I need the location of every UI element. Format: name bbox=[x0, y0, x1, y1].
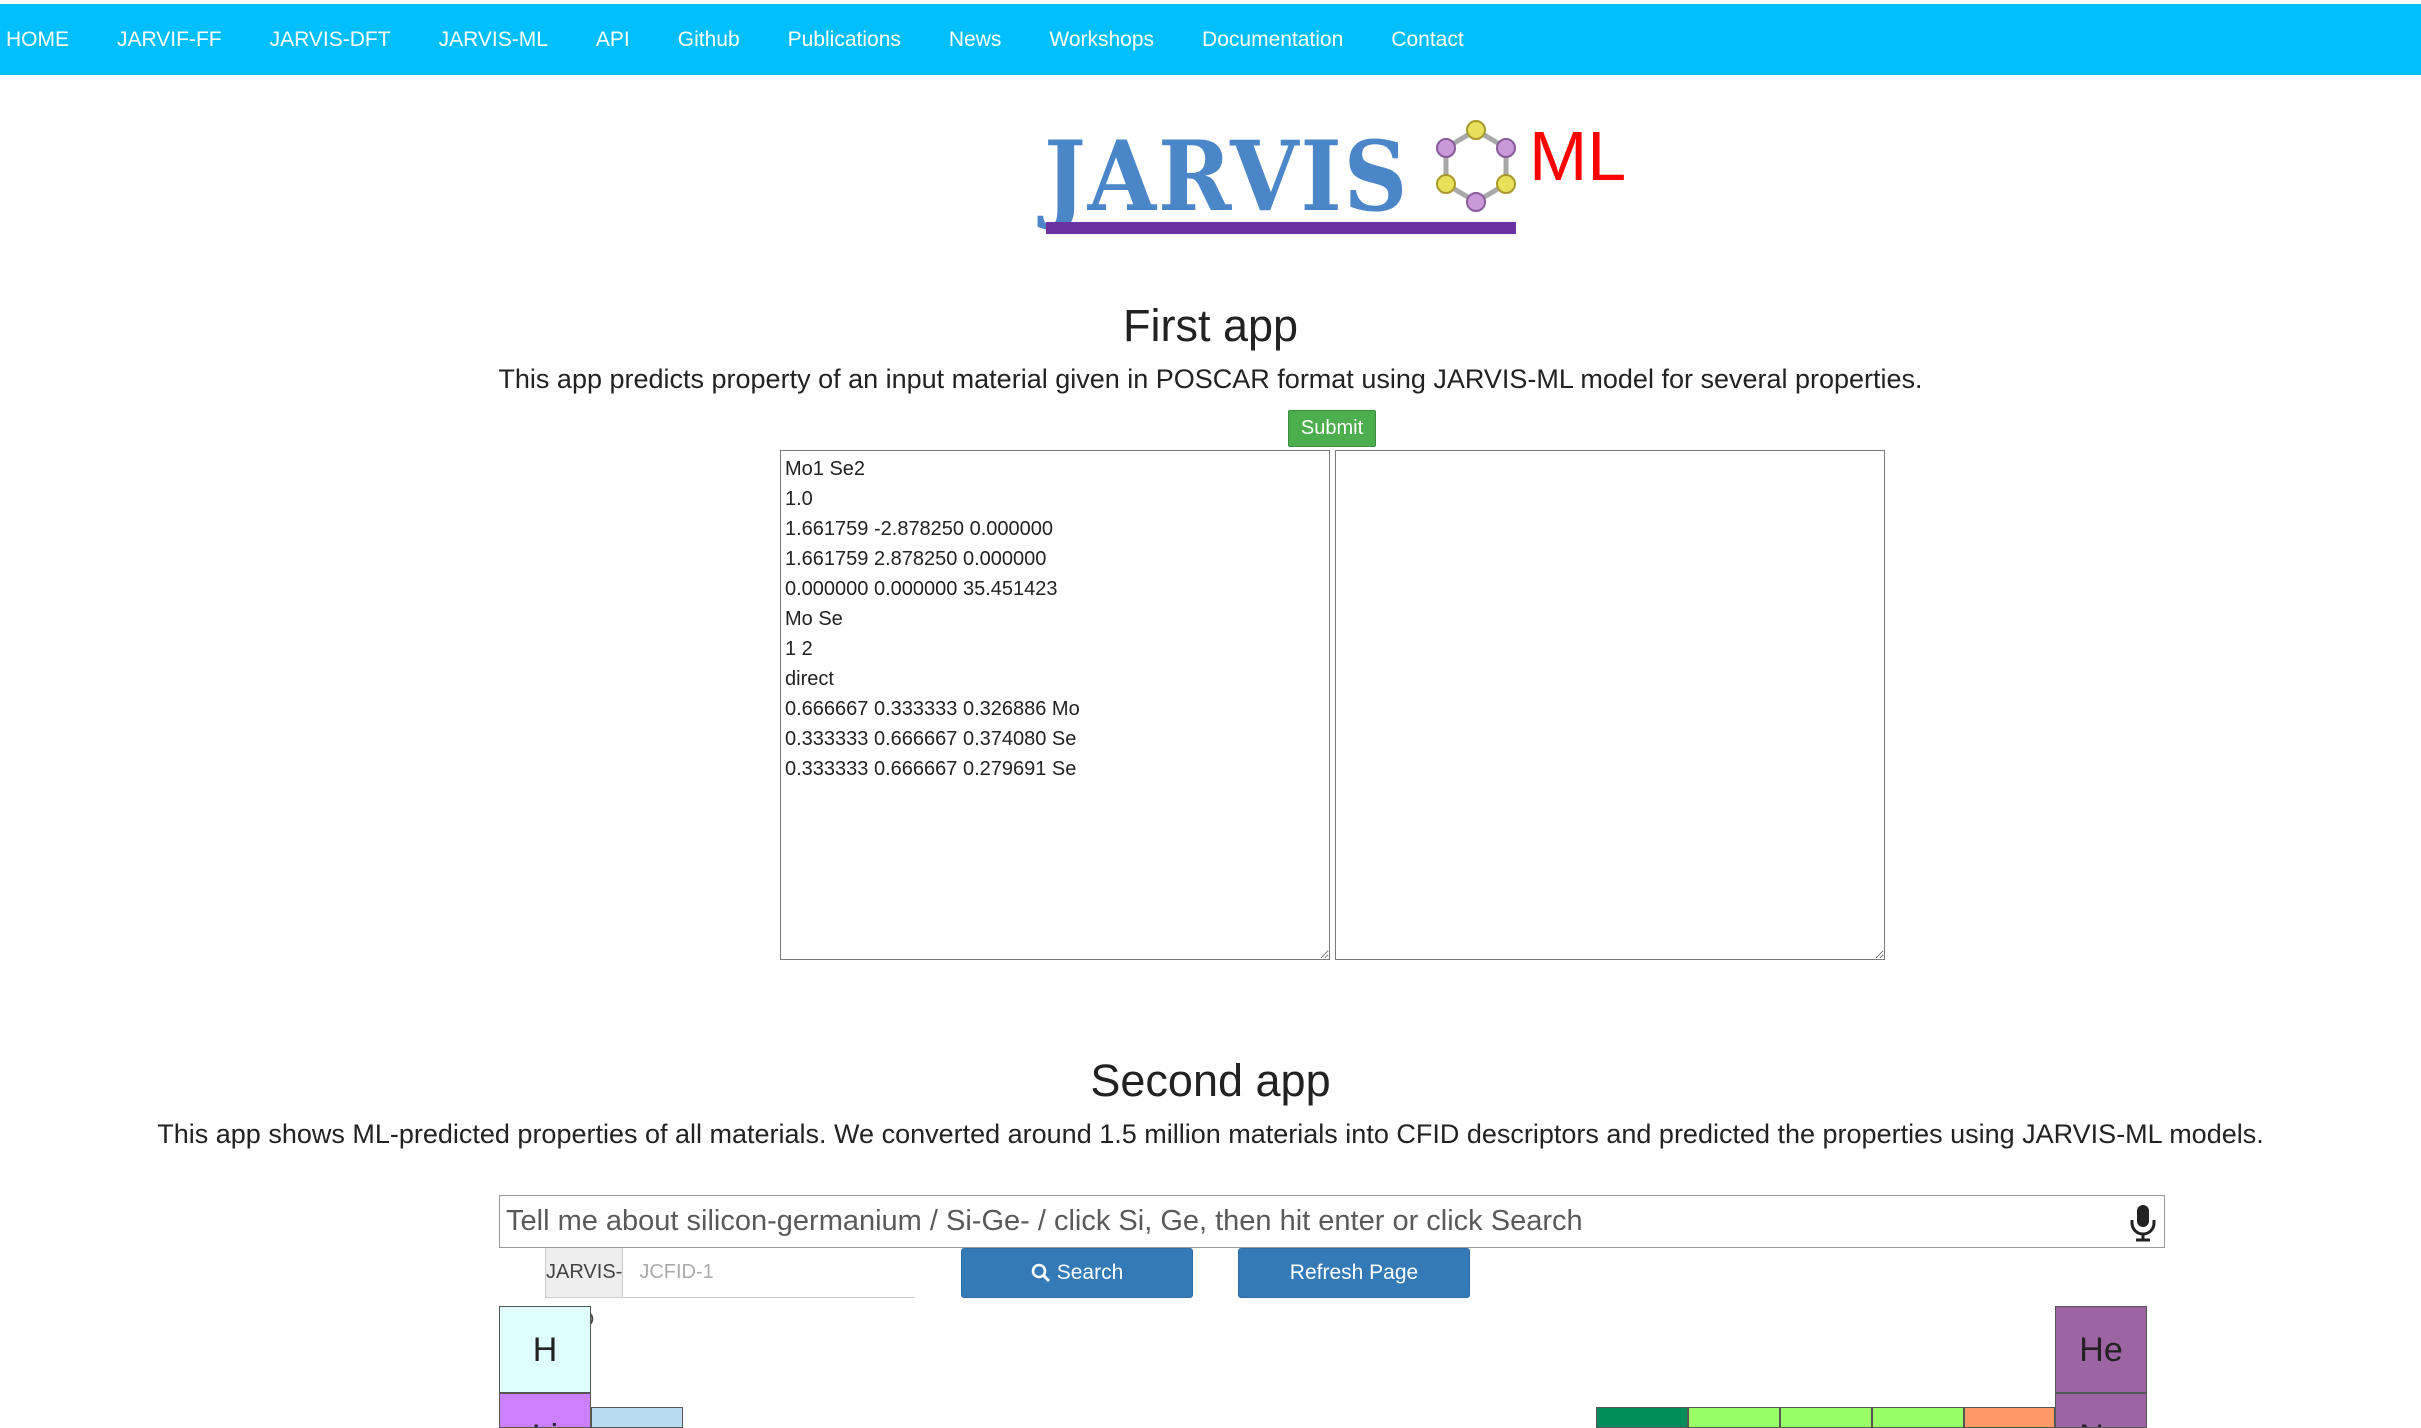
nav-contact[interactable]: Contact bbox=[1367, 4, 1487, 75]
search-icon bbox=[1031, 1263, 1050, 1283]
element-symbol: Ne bbox=[2079, 1418, 2122, 1427]
jarvis-id-label: JARVIS-ID bbox=[546, 1248, 624, 1331]
element-o[interactable]: O bbox=[1872, 1407, 1964, 1428]
nav-jarvis-ff[interactable]: JARVIF-FF bbox=[93, 4, 246, 75]
material-search-box bbox=[499, 1195, 2165, 1248]
element-b[interactable]: B bbox=[1596, 1407, 1688, 1428]
nav-publications[interactable]: Publications bbox=[764, 4, 925, 75]
element-he[interactable]: He bbox=[2055, 1306, 2147, 1393]
nav-github[interactable]: Github bbox=[654, 4, 764, 75]
element-symbol: He bbox=[2079, 1331, 2123, 1369]
nav-workshops[interactable]: Workshops bbox=[1025, 4, 1178, 75]
microphone-icon[interactable] bbox=[2128, 1204, 2158, 1242]
first-app-description: This app predicts property of an input m… bbox=[498, 364, 1923, 394]
jarvis-ml-logo: JARVIS ML bbox=[1044, 116, 1644, 246]
nav-api[interactable]: API bbox=[572, 4, 654, 75]
search-button[interactable]: Search bbox=[961, 1248, 1193, 1298]
submit-button[interactable]: Submit bbox=[1288, 410, 1376, 447]
element-li[interactable]: Li bbox=[499, 1393, 591, 1428]
molecule-icon bbox=[1436, 120, 1516, 212]
element-n[interactable]: N bbox=[1780, 1407, 1872, 1428]
nav-home[interactable]: HOME bbox=[0, 4, 93, 75]
top-navbar: HOME JARVIF-FF JARVIS-DFT JARVIS-ML API … bbox=[0, 4, 2421, 75]
second-app-title: Second app bbox=[1090, 1055, 1331, 1106]
nav-jarvis-ml[interactable]: JARVIS-ML bbox=[415, 4, 572, 75]
nav-news[interactable]: News bbox=[925, 4, 1026, 75]
logo-brand-text: JARVIS bbox=[1044, 120, 1410, 233]
refresh-page-button[interactable]: Refresh Page bbox=[1238, 1248, 1470, 1298]
jarvis-id-group: JARVIS-ID bbox=[545, 1248, 921, 1331]
poscar-input[interactable]: Mo1 Se2 1.0 1.661759 -2.878250 0.000000 … bbox=[780, 450, 1330, 960]
search-button-label: Search bbox=[1056, 1261, 1124, 1284]
element-symbol: Li bbox=[532, 1418, 558, 1427]
prediction-output[interactable] bbox=[1335, 450, 1885, 960]
element-f[interactable]: F bbox=[1964, 1407, 2055, 1428]
element-c[interactable]: C bbox=[1688, 1407, 1780, 1428]
jarvis-id-input[interactable] bbox=[623, 1248, 921, 1297]
first-app-title: First app bbox=[1122, 300, 1299, 351]
second-app-description: This app shows ML-predicted properties o… bbox=[157, 1119, 2264, 1149]
logo-ml-text: ML bbox=[1529, 117, 1627, 195]
nav-jarvis-dft[interactable]: JARVIS-DFT bbox=[246, 4, 415, 75]
logo-underline bbox=[1046, 222, 1516, 234]
material-search-input[interactable] bbox=[500, 1196, 2112, 1247]
element-be[interactable]: Be bbox=[591, 1407, 683, 1428]
element-symbol: H bbox=[532, 1331, 558, 1369]
element-ne[interactable]: Ne bbox=[2055, 1393, 2147, 1428]
element-h[interactable]: H bbox=[499, 1306, 591, 1393]
nav-documentation[interactable]: Documentation bbox=[1178, 4, 1367, 75]
